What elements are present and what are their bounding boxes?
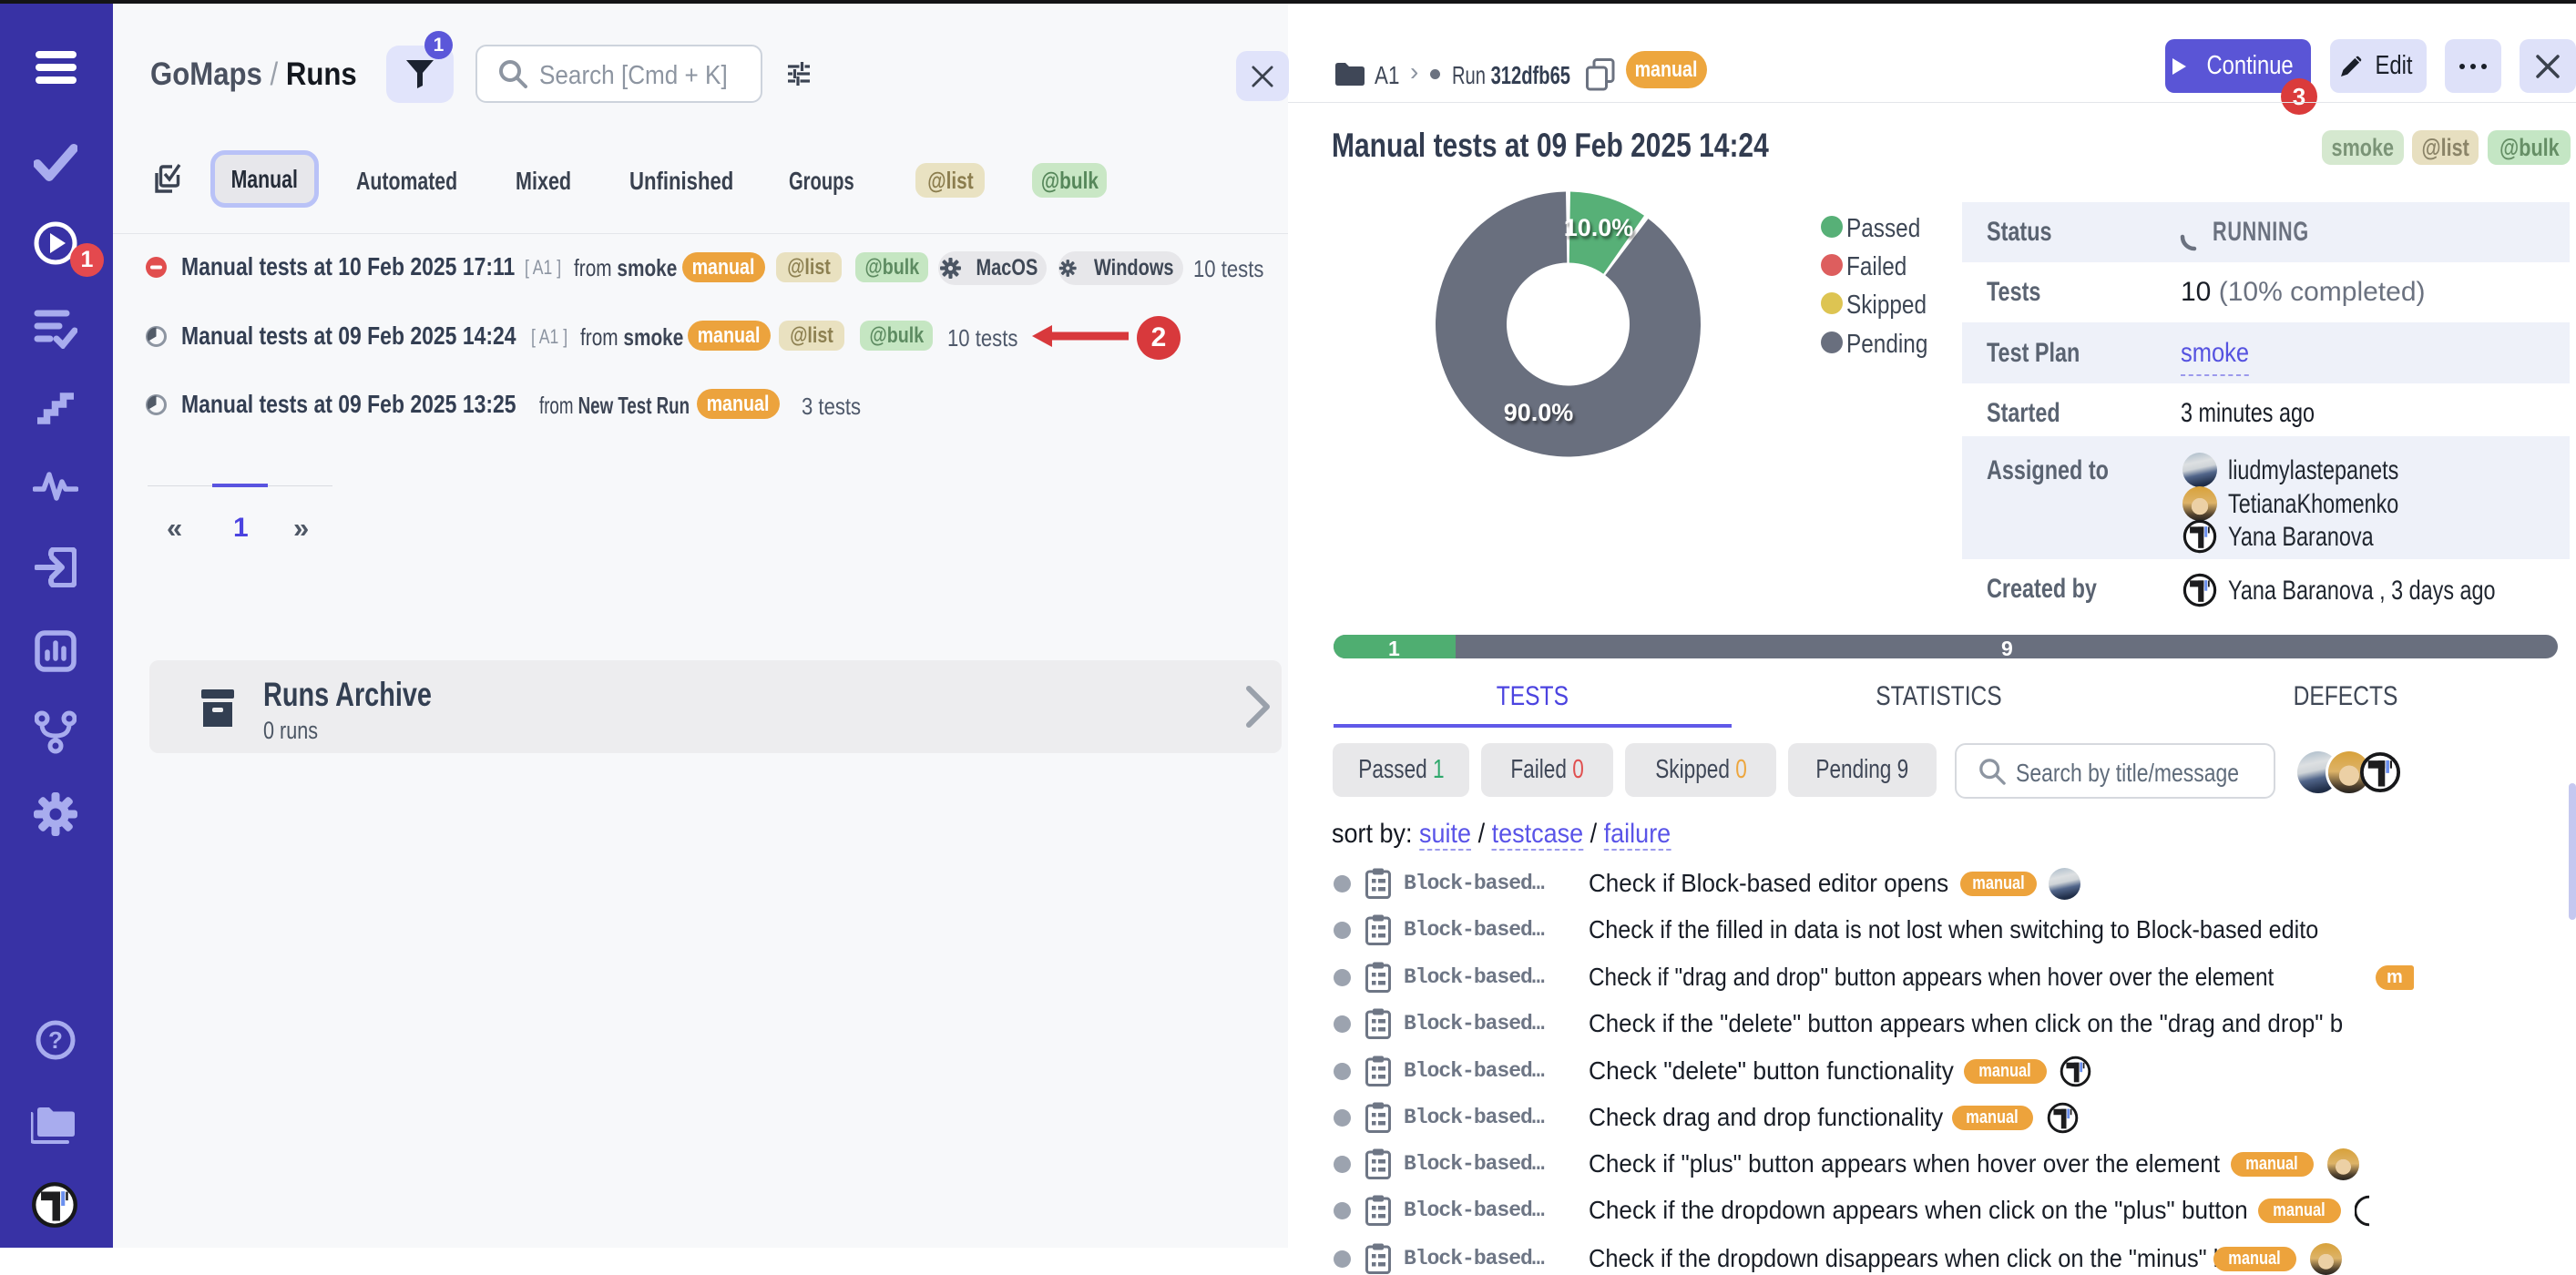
svg-text:90.0%: 90.0% — [1504, 399, 1574, 426]
svg-text:?: ? — [48, 1026, 63, 1054]
svg-text:10.0%: 10.0% — [1564, 214, 1634, 241]
